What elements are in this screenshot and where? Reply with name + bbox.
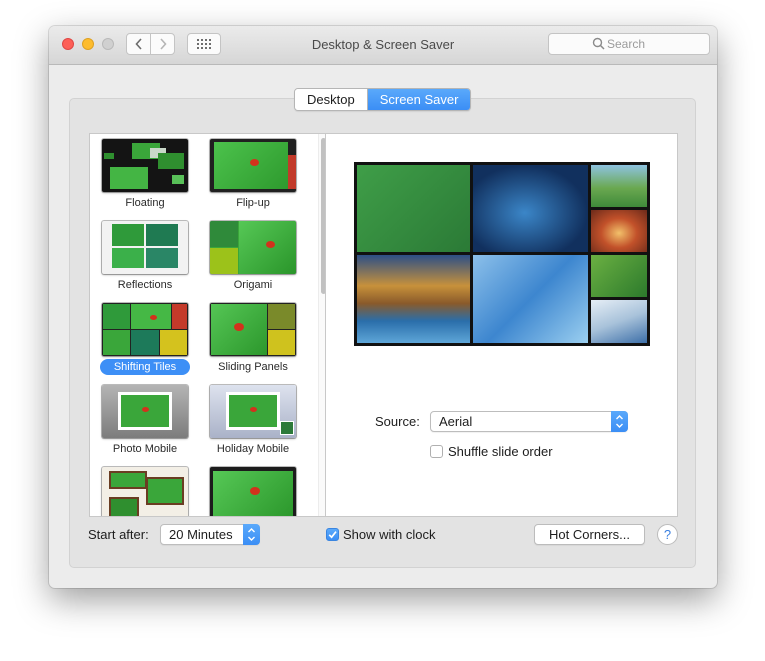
screensaver-list[interactable]: Floating Flip-up Reflections Origami Shi… [89, 133, 326, 517]
preview-tile [357, 255, 470, 343]
shuffle-checkbox[interactable] [430, 445, 443, 458]
hot-corners-button[interactable]: Hot Corners... [534, 524, 645, 545]
search-field[interactable] [548, 33, 710, 55]
preview-tile [357, 165, 470, 252]
start-after-value: 20 Minutes [169, 527, 233, 542]
screensaver-ken-burns[interactable] [203, 464, 303, 516]
screensaver-photo-mobile[interactable]: Photo Mobile [95, 382, 195, 462]
screensaver-reflections[interactable]: Reflections [95, 218, 195, 298]
help-button[interactable]: ? [657, 524, 678, 545]
tab-desktop[interactable]: Desktop [295, 89, 368, 110]
search-icon [592, 37, 605, 50]
item-label: Shifting Tiles [113, 361, 177, 373]
preview-tile [591, 300, 647, 343]
item-label: Sliding Panels [218, 361, 288, 373]
thumbnail-sliding-panels [210, 303, 296, 356]
shuffle-label[interactable]: Shuffle slide order [448, 444, 553, 459]
tab-screen-saver[interactable]: Screen Saver [367, 89, 471, 110]
screensaver-flip-up[interactable]: Flip-up [203, 136, 303, 216]
start-after-select[interactable]: 20 Minutes [160, 524, 260, 545]
updown-arrows-icon [611, 411, 628, 432]
preview-tile [473, 255, 588, 343]
item-label: Reflections [117, 279, 173, 291]
item-label: Holiday Mobile [216, 443, 290, 455]
item-label: Floating [125, 197, 165, 209]
search-input[interactable] [607, 35, 702, 53]
thumbnail-floating [102, 139, 188, 192]
item-label: Flip-up [236, 197, 270, 209]
item-label: Photo Mobile [112, 443, 178, 455]
thumbnail-reflections [102, 221, 188, 274]
thumbnail-ken-burns [210, 467, 296, 516]
thumbnail-photo-mobile [102, 385, 188, 438]
screensaver-shifting-tiles[interactable]: Shifting Tiles [95, 300, 195, 380]
screensaver-floating[interactable]: Floating [95, 136, 195, 216]
show-clock-label[interactable]: Show with clock [343, 527, 435, 542]
source-value: Aerial [439, 414, 473, 429]
thumbnail-holiday-mobile [210, 385, 296, 438]
thumbnail-origami [210, 221, 296, 274]
preview-tile [591, 210, 647, 252]
start-after-label: Start after: [88, 527, 149, 542]
preview-tile [591, 255, 647, 297]
screensaver-sliding-panels[interactable]: Sliding Panels [203, 300, 303, 380]
thumbnail-flip-up [210, 139, 296, 192]
screensaver-vintage-prints[interactable] [95, 464, 195, 516]
screensaver-holiday-mobile[interactable]: Holiday Mobile [203, 382, 303, 462]
thumbnail-vintage-prints [102, 467, 188, 516]
source-label: Source: [375, 414, 420, 429]
checkmark-icon [328, 531, 337, 539]
updown-arrows-icon [243, 524, 260, 545]
tab-bar: Desktop Screen Saver [294, 88, 472, 111]
item-label: Origami [233, 279, 273, 291]
preview-tile [591, 165, 647, 207]
thumbnail-shifting-tiles [102, 303, 188, 356]
screensaver-preview [354, 162, 650, 346]
preferences-window: Desktop & Screen Saver Desktop Screen Sa… [49, 26, 717, 588]
screensaver-origami[interactable]: Origami [203, 218, 303, 298]
title-bar: Desktop & Screen Saver [49, 26, 717, 65]
source-select[interactable]: Aerial [430, 411, 628, 432]
show-clock-checkbox[interactable] [326, 528, 339, 541]
preview-tile [473, 165, 588, 252]
preview-pane [325, 133, 678, 517]
